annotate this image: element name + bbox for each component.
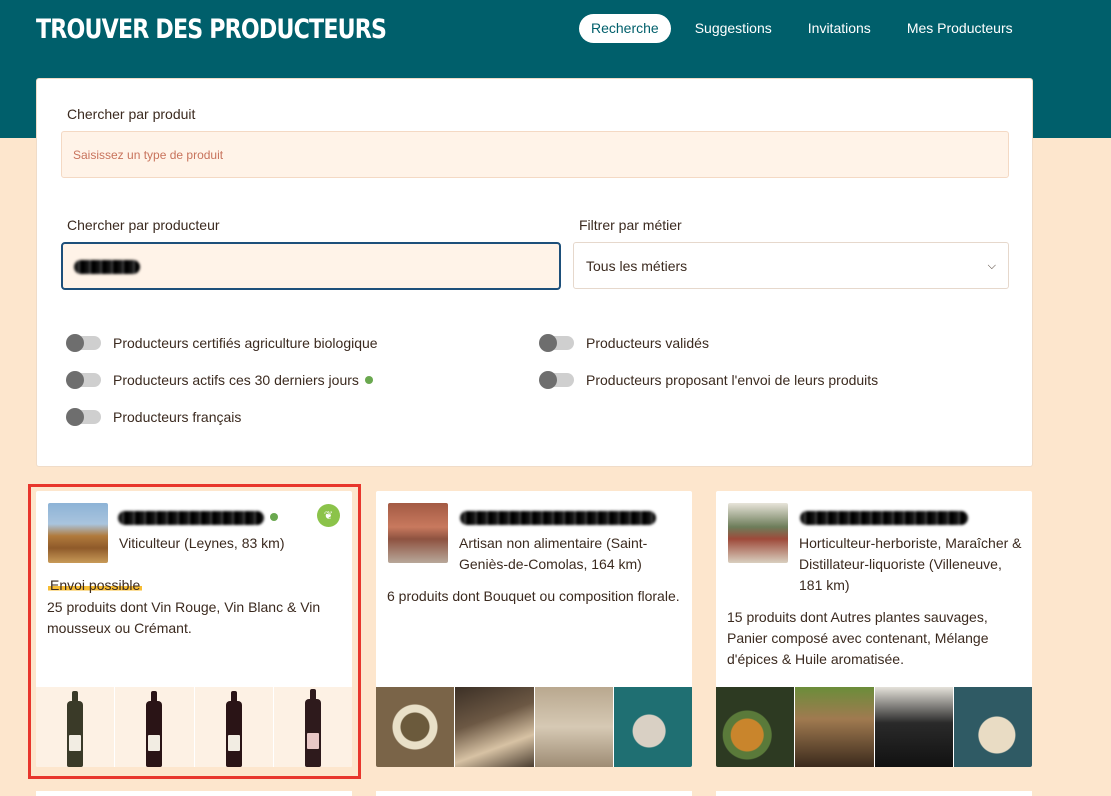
product-photo [795,687,875,767]
job-filter-label: Filtrer par métier [579,217,682,233]
product-photos [716,687,1032,767]
product-photos [376,687,692,767]
search-panel: Chercher par produit Chercher par produc… [36,78,1033,467]
active-dot-icon [364,376,373,384]
toggle-french[interactable] [66,408,101,426]
filter-bio: Producteurs certifiés agriculture biolog… [66,334,378,352]
product-search-input[interactable] [61,131,1009,178]
toggle-shipping[interactable] [539,371,574,389]
organic-leaf-icon: ❦ [317,504,340,527]
redacted-producer-name [460,511,656,525]
producer-subtitle: Viticulteur (Leynes, 83 km) [119,535,285,551]
producer-description: 15 produits dont Autres plantes sauvages… [727,609,989,667]
product-photo [613,687,692,767]
filter-validated-label: Producteurs validés [586,335,709,351]
producer-search-input[interactable] [61,242,561,290]
main-nav: Recherche Suggestions Invitations Mes Pr… [579,14,1037,43]
product-photo [274,687,352,767]
producer-search-label: Chercher par producteur [67,217,220,233]
product-photo [115,687,195,767]
nav-tab-invitations[interactable]: Invitations [796,14,883,43]
filter-active-label: Producteurs actifs ces 30 derniers jours [113,372,359,388]
job-filter-value: Tous les métiers [586,258,688,274]
filter-active: Producteurs actifs ces 30 derniers jours [66,371,373,389]
producer-card[interactable] [716,791,1032,796]
product-photo [36,687,116,767]
redacted-producer-query [74,260,140,274]
active-dot-icon [270,513,278,521]
producer-card[interactable] [376,791,692,796]
product-photos [36,687,352,767]
producer-card[interactable]: Artisan non alimentaire (Saint-Geniès-de… [376,491,692,767]
filter-shipping-label: Producteurs proposant l'envoi de leurs p… [586,372,879,388]
producer-description: 6 produits dont Bouquet ou composition f… [387,588,680,604]
nav-tab-suggestions[interactable]: Suggestions [683,14,784,43]
product-photo [716,687,796,767]
redacted-producer-name [800,511,968,525]
toggle-bio[interactable] [66,334,101,352]
product-photo [455,687,535,767]
filter-validated: Producteurs validés [539,334,709,352]
producer-avatar [48,503,108,563]
producer-subtitle: Artisan non alimentaire (Saint-Geniès-de… [459,535,648,572]
producer-card[interactable]: ❦ Viticulteur (Leynes, 83 km) Envoi poss… [36,491,352,767]
producer-avatar [388,503,448,563]
producer-card[interactable] [36,791,352,796]
nav-tab-mes-producteurs[interactable]: Mes Producteurs [895,14,1025,43]
filter-french: Producteurs français [66,408,242,426]
product-photo [534,687,614,767]
toggle-validated[interactable] [539,334,574,352]
page-title: TROUVER DES PRODUCTEURS [36,14,387,45]
producer-card[interactable]: Horticulteur-herboriste, Maraîcher & Dis… [716,491,1032,767]
toggle-active[interactable] [66,371,101,389]
product-photo [953,687,1032,767]
job-filter-select[interactable]: Tous les métiers ⌵ [573,242,1009,289]
nav-tab-recherche[interactable]: Recherche [579,14,671,43]
filter-shipping: Producteurs proposant l'envoi de leurs p… [539,371,879,389]
shipping-badge: Envoi possible [48,577,143,593]
filter-french-label: Producteurs français [113,409,242,425]
filter-bio-label: Producteurs certifiés agriculture biolog… [113,335,378,351]
product-photo [874,687,954,767]
chevron-down-icon: ⌵ [987,260,996,272]
product-search-label: Chercher par produit [67,106,196,122]
product-photo [376,687,456,767]
producer-subtitle: Horticulteur-herboriste, Maraîcher & Dis… [799,535,1022,593]
product-photo [195,687,274,767]
producer-avatar [728,503,788,563]
redacted-producer-name [118,511,264,525]
producer-description: 25 produits dont Vin Rouge, Vin Blanc & … [47,599,321,636]
